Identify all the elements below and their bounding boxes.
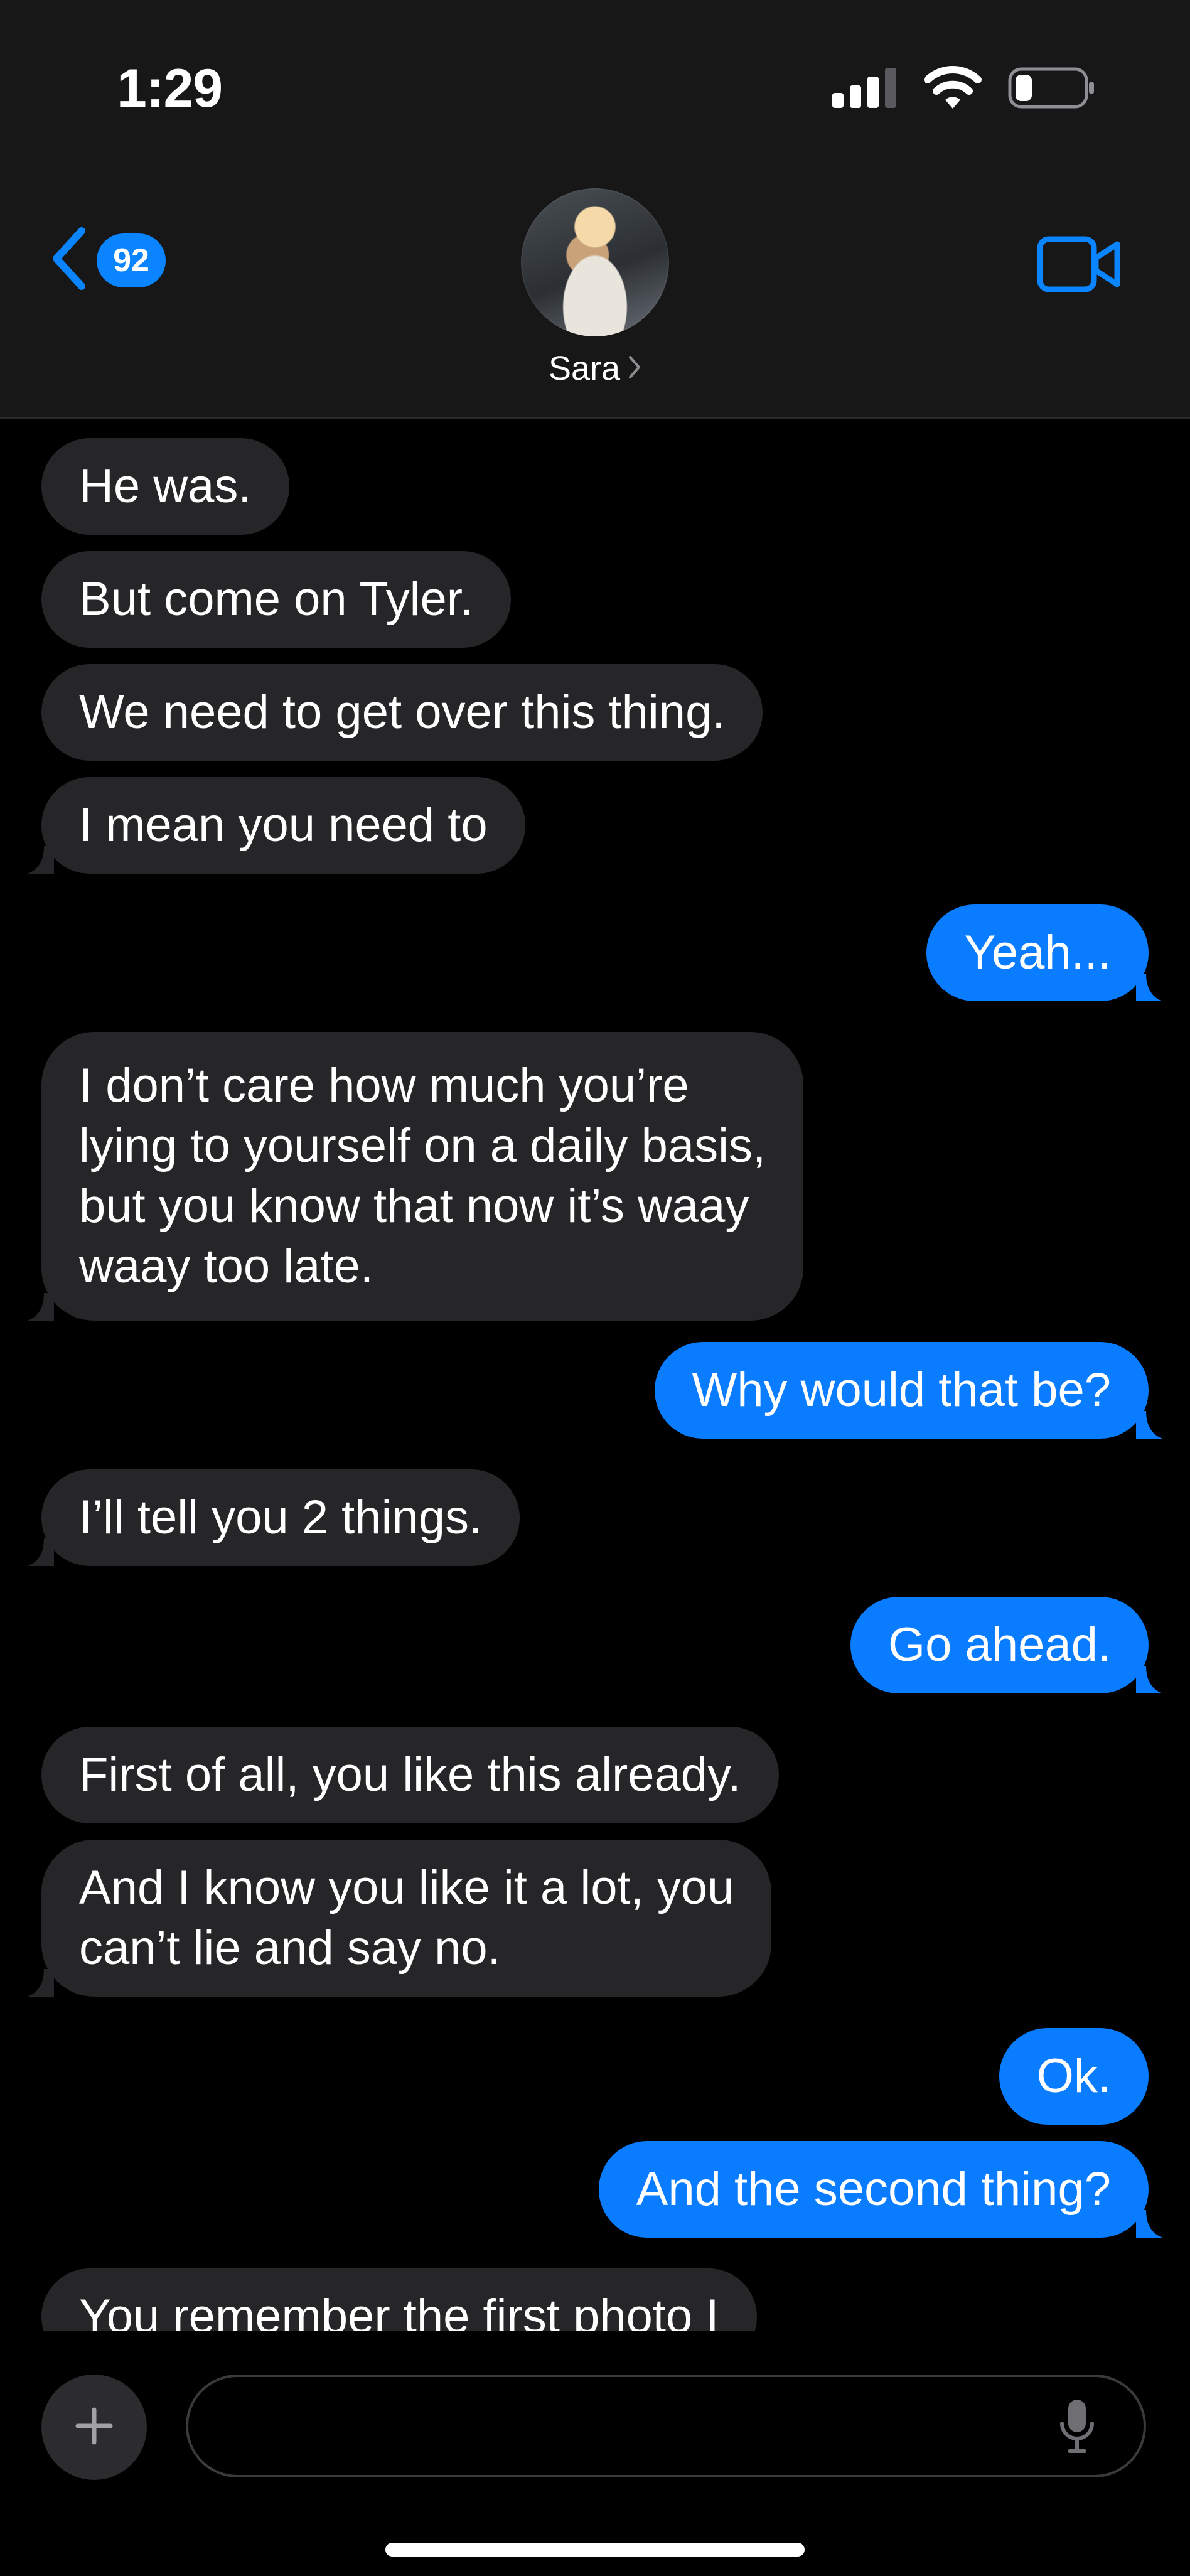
video-camera-icon: [1037, 236, 1121, 296]
status-time: 1:29: [117, 58, 223, 119]
incoming-message[interactable]: You remember the first photo I: [41, 2268, 757, 2331]
bubble-tail: [28, 846, 54, 874]
video-call-button[interactable]: [1037, 235, 1121, 296]
message-thread[interactable]: He was. But come on Tyler. We need to ge…: [0, 419, 1190, 2331]
bubble-tail: [28, 1538, 54, 1566]
wifi-icon: [923, 66, 983, 110]
home-indicator[interactable]: [385, 2543, 805, 2557]
cellular-signal-icon: [832, 68, 898, 108]
avatar[interactable]: [521, 188, 669, 336]
outgoing-message[interactable]: And the second thing?: [598, 2141, 1162, 2238]
conversation-header: 1:29 92 Sara: [0, 0, 1190, 419]
plus-icon: [74, 2406, 114, 2449]
outgoing-message[interactable]: Ok.: [999, 2028, 1149, 2125]
message-input[interactable]: [186, 2375, 1146, 2477]
status-indicators: [832, 63, 1096, 113]
outgoing-message[interactable]: Yeah...: [926, 904, 1162, 1001]
incoming-message[interactable]: I mean you need to: [28, 777, 525, 874]
bubble-tail: [1136, 1411, 1162, 1439]
incoming-message[interactable]: He was.: [41, 438, 289, 535]
incoming-message[interactable]: We need to get over this thing.: [41, 664, 763, 761]
microphone-icon: [1058, 2400, 1096, 2456]
message-composer: [0, 2331, 1190, 2576]
bubble-tail: [28, 1969, 54, 1997]
incoming-message[interactable]: And I know you like it a lot, you can’t …: [28, 1840, 772, 1997]
outgoing-message[interactable]: Why would that be?: [654, 1342, 1162, 1439]
chevron-right-icon: [628, 355, 641, 383]
incoming-message[interactable]: First of all, you like this already.: [41, 1727, 779, 1823]
incoming-message[interactable]: But come on Tyler.: [41, 551, 512, 648]
incoming-message[interactable]: I don’t care how much you’re lying to yo…: [28, 1032, 804, 1321]
battery-icon: [1008, 67, 1096, 109]
dictation-button[interactable]: [1058, 2398, 1096, 2457]
add-attachment-button[interactable]: [41, 2375, 147, 2480]
bubble-tail: [28, 1293, 54, 1321]
outgoing-message[interactable]: Go ahead.: [850, 1597, 1162, 1693]
bubble-tail: [1136, 2210, 1162, 2238]
bubble-tail: [1136, 1666, 1162, 1693]
contact-name: Sara: [548, 350, 621, 387]
bubble-tail: [1136, 974, 1162, 1001]
incoming-message[interactable]: I’ll tell you 2 things.: [28, 1469, 520, 1566]
contact-info[interactable]: Sara: [0, 188, 1190, 392]
